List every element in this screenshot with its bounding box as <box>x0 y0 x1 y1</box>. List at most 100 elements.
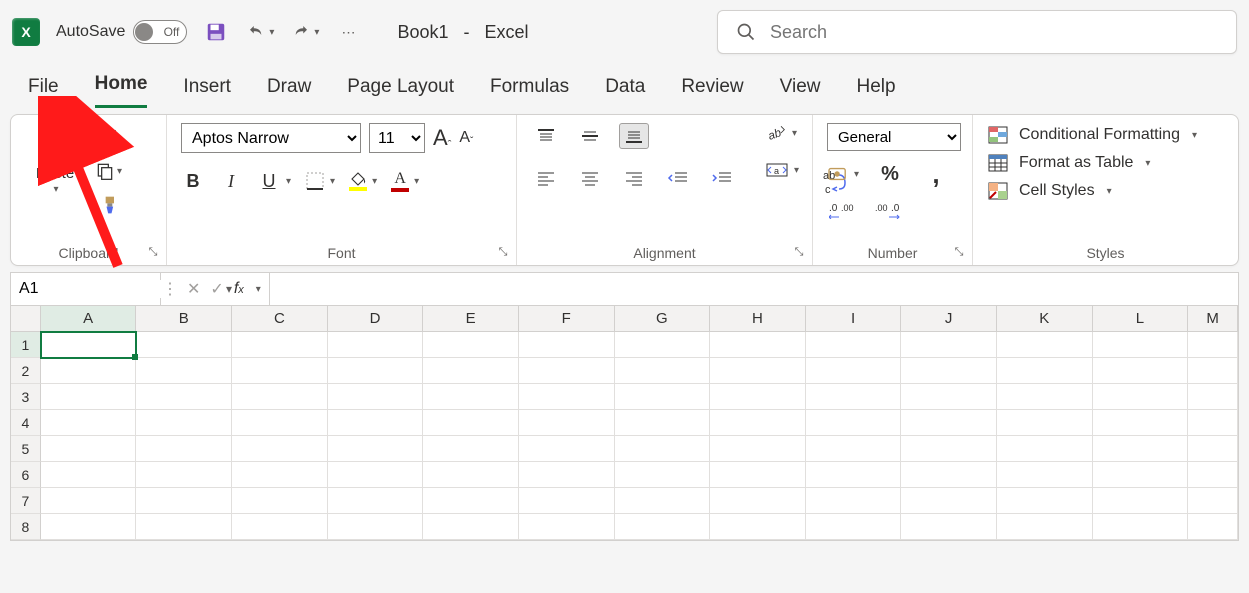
cell[interactable] <box>997 332 1093 358</box>
row-header[interactable]: 6 <box>11 462 41 488</box>
cell[interactable] <box>423 514 519 540</box>
cell[interactable] <box>328 462 424 488</box>
cell[interactable] <box>901 462 997 488</box>
cell[interactable] <box>901 436 997 462</box>
merge-center-button[interactable]: a ▾ <box>765 161 799 179</box>
cell[interactable] <box>328 332 424 358</box>
cell[interactable] <box>423 488 519 514</box>
cell[interactable] <box>519 488 615 514</box>
cell[interactable] <box>136 436 232 462</box>
cell[interactable] <box>232 488 328 514</box>
insert-function-button[interactable]: fx <box>234 280 244 298</box>
tab-data[interactable]: Data <box>605 70 645 108</box>
cell[interactable] <box>997 410 1093 436</box>
tab-insert[interactable]: Insert <box>183 70 231 108</box>
paste-button[interactable]: Paste ▾ <box>25 123 85 195</box>
cell[interactable] <box>997 488 1093 514</box>
cell[interactable] <box>1093 436 1189 462</box>
cell[interactable] <box>136 384 232 410</box>
column-header[interactable]: K <box>997 306 1093 331</box>
cell[interactable] <box>615 410 711 436</box>
decrease-font-button[interactable]: Aˇ <box>459 129 473 147</box>
cell[interactable] <box>901 358 997 384</box>
italic-button[interactable]: I <box>219 167 243 195</box>
cell[interactable] <box>710 514 806 540</box>
cell[interactable] <box>997 358 1093 384</box>
cell[interactable] <box>1093 488 1189 514</box>
align-bottom-button[interactable] <box>619 123 649 149</box>
clipboard-launcher[interactable]: ⤡ <box>146 245 160 259</box>
cell[interactable] <box>232 332 328 358</box>
tab-file[interactable]: File <box>28 70 59 108</box>
format-as-table-button[interactable]: Format as Table ▾ <box>987 153 1224 173</box>
cell[interactable] <box>41 462 137 488</box>
row-header[interactable]: 2 <box>11 358 41 384</box>
column-header[interactable]: F <box>519 306 615 331</box>
cancel-formula-button[interactable]: ✕ <box>187 279 200 299</box>
tab-page-layout[interactable]: Page Layout <box>347 70 454 108</box>
cell[interactable] <box>423 462 519 488</box>
cell[interactable] <box>615 358 711 384</box>
bold-button[interactable]: B <box>181 167 205 195</box>
autosave-toggle[interactable]: Off <box>133 20 187 44</box>
cell[interactable] <box>1093 358 1189 384</box>
font-launcher[interactable]: ⤡ <box>496 245 510 259</box>
tab-review[interactable]: Review <box>681 70 743 108</box>
increase-decimal-button[interactable]: .0.00 <box>827 197 857 223</box>
column-header[interactable]: M <box>1188 306 1238 331</box>
cell[interactable] <box>328 436 424 462</box>
cell[interactable] <box>519 514 615 540</box>
increase-indent-button[interactable] <box>707 165 737 191</box>
cell[interactable] <box>519 410 615 436</box>
cell[interactable] <box>1188 436 1238 462</box>
cell[interactable] <box>423 410 519 436</box>
formula-input[interactable] <box>270 273 1238 305</box>
column-header[interactable]: I <box>806 306 902 331</box>
cell[interactable] <box>41 410 137 436</box>
row-header[interactable]: 7 <box>11 488 41 514</box>
cell[interactable] <box>232 358 328 384</box>
tab-formulas[interactable]: Formulas <box>490 70 569 108</box>
cell[interactable] <box>615 514 711 540</box>
increase-font-button[interactable]: Aˆ <box>433 125 451 151</box>
cell[interactable] <box>423 358 519 384</box>
cell[interactable] <box>232 384 328 410</box>
align-left-button[interactable] <box>531 165 561 191</box>
cell[interactable] <box>901 332 997 358</box>
tab-view[interactable]: View <box>780 70 821 108</box>
cell[interactable] <box>423 436 519 462</box>
tab-draw[interactable]: Draw <box>267 70 311 108</box>
cell[interactable] <box>806 462 902 488</box>
row-header[interactable]: 8 <box>11 514 41 540</box>
font-color-button[interactable]: A ▾ <box>391 170 419 192</box>
cell[interactable] <box>901 410 997 436</box>
cell[interactable] <box>1188 384 1238 410</box>
cell[interactable] <box>328 384 424 410</box>
cell[interactable] <box>997 462 1093 488</box>
decrease-decimal-button[interactable]: .00.0 <box>873 197 903 223</box>
column-header[interactable]: H <box>710 306 806 331</box>
underline-button[interactable]: U▾ <box>257 167 291 195</box>
cell[interactable] <box>710 462 806 488</box>
customize-qat-button[interactable]: ⋯ <box>335 19 361 45</box>
cell[interactable] <box>232 410 328 436</box>
cell[interactable] <box>41 514 137 540</box>
comma-button[interactable]: , <box>921 161 951 187</box>
cell[interactable] <box>136 332 232 358</box>
align-top-button[interactable] <box>531 123 561 149</box>
cell[interactable] <box>328 410 424 436</box>
cell[interactable] <box>1093 384 1189 410</box>
row-header[interactable]: 1 <box>11 332 41 358</box>
cell[interactable] <box>806 514 902 540</box>
cell[interactable] <box>1188 488 1238 514</box>
cell[interactable] <box>997 514 1093 540</box>
column-header[interactable]: E <box>423 306 519 331</box>
cell[interactable] <box>710 384 806 410</box>
column-header[interactable]: B <box>136 306 232 331</box>
align-center-button[interactable] <box>575 165 605 191</box>
cell[interactable] <box>615 462 711 488</box>
align-middle-button[interactable] <box>575 123 605 149</box>
cell[interactable] <box>710 436 806 462</box>
redo-button[interactable]: ▾ <box>290 23 319 41</box>
column-header[interactable]: L <box>1093 306 1189 331</box>
